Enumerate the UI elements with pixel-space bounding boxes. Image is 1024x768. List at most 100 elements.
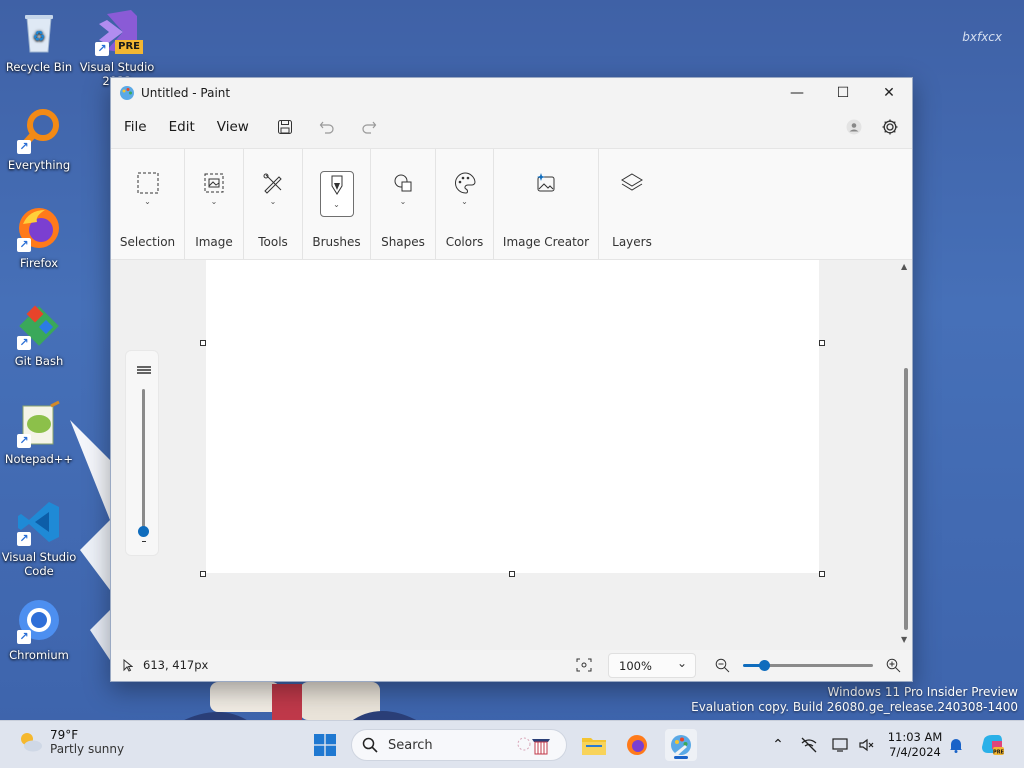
resize-handle-left[interactable]	[200, 340, 206, 346]
brush-icon: ⌄	[319, 171, 354, 217]
search-highlight-icon	[517, 737, 550, 755]
watermark-text: bxfxcx	[962, 30, 1002, 44]
resize-handle-bottom-right[interactable]	[819, 571, 825, 577]
weather-temperature: 79°F	[50, 728, 79, 742]
shapes-icon: ⌄	[386, 171, 420, 217]
chevron-down-icon: ⌄	[461, 197, 468, 206]
maximize-button[interactable]: ☐	[820, 78, 866, 108]
desktop-icon-notepad-plus-plus[interactable]: ↗ Notepad++	[1, 400, 77, 466]
undo-icon[interactable]	[313, 113, 341, 141]
desktop-icon-everything[interactable]: ↗ Everything	[1, 106, 77, 172]
fit-to-window-icon[interactable]	[576, 658, 592, 672]
drawing-canvas[interactable]	[206, 260, 819, 573]
desktop-icon-label: Visual Studio Code	[1, 550, 77, 578]
ribbon-label: Shapes	[381, 235, 425, 249]
desktop-icon-label: Git Bash	[14, 354, 64, 368]
redo-icon[interactable]	[355, 113, 383, 141]
resize-handle-bottom[interactable]	[509, 571, 515, 577]
git-icon: ↗	[15, 302, 63, 350]
visual-studio-icon: PRE ↗	[93, 8, 143, 56]
desktop-icon-recycle-bin[interactable]: ♻ Recycle Bin	[1, 8, 77, 74]
taskbar-clock[interactable]: 11:03 AM 7/4/2024	[882, 730, 948, 760]
selection-icon: ⌄	[131, 171, 165, 217]
shortcut-arrow-icon: ↗	[17, 630, 31, 644]
menu-view[interactable]: View	[217, 119, 249, 135]
firefox-icon: ↗	[15, 204, 63, 252]
desktop-icon-git-bash[interactable]: ↗ Git Bash	[1, 302, 77, 368]
desktop-icon-visual-studio-2022[interactable]: PRE ↗ Visual Studio 2022	[79, 8, 155, 88]
ribbon-group-tools[interactable]: ⌄ Tools	[244, 149, 303, 259]
taskbar-file-explorer[interactable]	[578, 729, 610, 761]
ribbon-label: Tools	[258, 235, 288, 249]
clock-date: 7/4/2024	[889, 745, 941, 759]
ribbon-group-layers[interactable]: Layers	[599, 149, 665, 259]
wallpaper-character	[180, 682, 420, 722]
ribbon-group-image[interactable]: ⌄ Image	[185, 149, 244, 259]
shortcut-arrow-icon: ↗	[17, 336, 31, 350]
start-button[interactable]	[309, 729, 341, 761]
scroll-up-icon[interactable]: ▲	[901, 262, 907, 271]
ribbon-group-shapes[interactable]: ⌄ Shapes	[371, 149, 436, 259]
taskbar: 79°F Partly sunny Search ⌃ 11:03 AM 7/4/…	[0, 720, 1024, 768]
tools-icon: ⌄	[256, 171, 290, 217]
evaluation-watermark: Windows 11 Pro Insider Preview Evaluatio…	[691, 685, 1018, 715]
firefox-icon	[627, 735, 647, 755]
taskbar-paint[interactable]	[665, 729, 697, 761]
slider-thumb[interactable]	[138, 526, 149, 537]
brush-size-slider[interactable]	[125, 350, 159, 556]
zoom-out-icon[interactable]	[715, 658, 730, 673]
ribbon-group-colors[interactable]: ⌄ Colors	[436, 149, 494, 259]
zoom-slider-thumb[interactable]	[759, 660, 770, 671]
magnifier-icon: ↗	[15, 106, 63, 154]
notification-bell-icon[interactable]	[948, 737, 964, 753]
close-button[interactable]: ✕	[866, 78, 912, 108]
cursor-pointer-icon	[123, 659, 133, 672]
desktop-icon-visual-studio-code[interactable]: ↗ Visual Studio Code	[1, 498, 77, 578]
minimize-button[interactable]: —	[774, 78, 820, 108]
account-icon[interactable]	[840, 113, 868, 141]
ribbon-group-selection[interactable]: ⌄ Selection	[111, 149, 185, 259]
taskbar-firefox[interactable]	[621, 729, 653, 761]
taskbar-search[interactable]: Search	[351, 729, 567, 761]
zoom-slider[interactable]	[743, 660, 873, 671]
menu-edit[interactable]: Edit	[169, 119, 195, 135]
ribbon: ⌄ Selection ⌄ Image ⌄ Tools ⌄ Brushes ⌄ …	[111, 148, 912, 260]
weather-widget[interactable]: 79°F Partly sunny	[16, 728, 124, 756]
ribbon-label: Selection	[119, 235, 176, 249]
slider-track	[142, 389, 145, 529]
recycle-bin-icon: ♻	[15, 8, 63, 56]
network-offline-icon[interactable]	[800, 737, 818, 753]
ribbon-label: Brushes	[312, 235, 361, 249]
shortcut-arrow-icon: ↗	[17, 532, 31, 546]
zoom-in-icon[interactable]	[886, 658, 901, 673]
vscode-icon: ↗	[15, 498, 63, 546]
vertical-scrollbar[interactable]: ▲ ▼	[901, 260, 911, 650]
brush-size-icon	[137, 366, 151, 374]
desktop-icon-firefox[interactable]: ↗ Firefox	[1, 204, 77, 270]
save-icon[interactable]	[271, 113, 299, 141]
menu-file[interactable]: File	[124, 119, 147, 135]
ribbon-label: Image	[195, 235, 233, 249]
ribbon-group-image-creator[interactable]: Image Creator	[494, 149, 599, 259]
volume-muted-icon[interactable]	[858, 737, 876, 753]
partly-sunny-icon	[21, 733, 42, 752]
status-bar: 613, 417px 100% ⌄	[111, 650, 912, 681]
chevron-down-icon: ⌄	[333, 200, 340, 209]
display-icon[interactable]	[832, 737, 850, 753]
paint-app-icon	[120, 86, 134, 100]
resize-handle-right[interactable]	[819, 340, 825, 346]
ribbon-group-brushes[interactable]: ⌄ Brushes	[303, 149, 371, 259]
resize-handle-bottom-left[interactable]	[200, 571, 206, 577]
desktop-icon-chromium[interactable]: ↗ Chromium	[1, 596, 77, 662]
chevron-up-icon[interactable]: ⌃	[768, 737, 788, 753]
zoom-select[interactable]: 100% ⌄	[608, 653, 696, 678]
copilot-icon[interactable]: PRE	[980, 733, 1006, 757]
clock-time: 11:03 AM	[887, 730, 943, 744]
chromium-icon: ↗	[15, 596, 63, 644]
title-bar[interactable]: Untitled - Paint — ☐ ✕	[111, 78, 912, 108]
desktop-icon-label: Everything	[7, 158, 71, 172]
settings-gear-icon[interactable]	[876, 113, 904, 141]
scroll-down-icon[interactable]: ▼	[901, 635, 907, 644]
search-placeholder: Search	[388, 737, 433, 753]
scrollbar-thumb[interactable]	[904, 368, 908, 630]
